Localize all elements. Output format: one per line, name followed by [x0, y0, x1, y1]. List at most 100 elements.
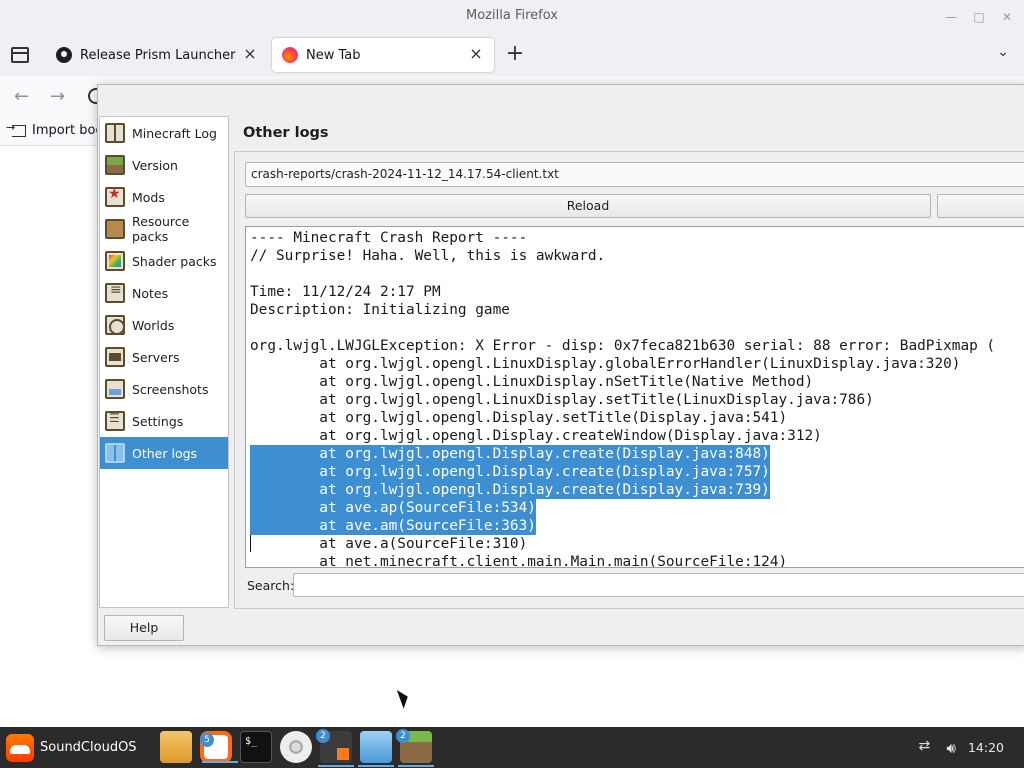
system-tray: 🔊︎ 14:20	[919, 727, 1024, 768]
log-line-text: Description: Initializing game	[250, 302, 510, 318]
instance-sidebar: Minecraft Log Version Mods Resource pack…	[99, 116, 229, 608]
log-line: at net.minecraft.client.main.Main.main(S…	[250, 553, 1024, 568]
volume-icon[interactable]: 🔊︎	[947, 739, 956, 757]
start-menu-button[interactable]: SoundCloudOS	[0, 727, 146, 768]
sidebar-item-shader-packs[interactable]: Shader packs	[100, 245, 228, 277]
maximize-icon[interactable]: □	[970, 8, 988, 26]
log-line-text: at org.lwjgl.opengl.LinuxDisplay.setTitl…	[250, 392, 874, 408]
help-button[interactable]: Help	[104, 615, 184, 641]
log-line: at org.lwjgl.opengl.LinuxDisplay.globalE…	[250, 355, 1024, 373]
sidebar-item-label: Servers	[132, 349, 180, 365]
chevron-down-icon[interactable]: ⌄	[993, 44, 1013, 64]
log-line: at org.lwjgl.opengl.Display.create(Displ…	[250, 463, 1024, 481]
log-line-text: at org.lwjgl.opengl.Display.create(Displ…	[250, 463, 770, 481]
log-line: Time: 11/12/24 2:17 PM	[250, 283, 1024, 301]
close-window-icon[interactable]: ✕	[998, 8, 1016, 26]
sidebar-item-notes[interactable]: Notes	[100, 277, 228, 309]
taskbar: SoundCloudOS 5 $_ 2 2 🔊︎ 14:20	[0, 727, 1024, 768]
resource-pack-icon	[105, 219, 125, 239]
tab-bar: Release Prism Launcher 9.0 × New Tab × +…	[0, 34, 1024, 76]
sidebar-item-mods[interactable]: Mods	[100, 181, 228, 213]
forward-icon[interactable]: →	[50, 86, 65, 107]
log-line-text: at ave.a(SourceFile:310)	[250, 536, 528, 552]
sidebar-item-screenshots[interactable]: Screenshots	[100, 373, 228, 405]
mods-star-icon	[105, 186, 125, 207]
new-tab-icon[interactable]: +	[505, 42, 525, 66]
sidebar-item-label: Other logs	[132, 445, 198, 461]
back-icon[interactable]: ←	[14, 86, 29, 107]
log-line: at org.lwjgl.opengl.Display.create(Displ…	[250, 445, 1024, 463]
badge-count: 2	[316, 729, 330, 743]
network-icon[interactable]	[919, 738, 937, 756]
log-file-select[interactable]: crash-reports/crash-2024-11-12_14.17.54-…	[245, 162, 1024, 187]
other-logs-panel: crash-reports/crash-2024-11-12_14.17.54-…	[234, 151, 1024, 609]
sidebar-item-other-logs[interactable]: Other logs	[100, 437, 228, 469]
log-line: at ave.am(SourceFile:363)	[250, 517, 1024, 535]
sidebar-item-resource-packs[interactable]: Resource packs	[100, 213, 228, 245]
secondary-button[interactable]	[937, 194, 1024, 218]
sidebar-item-label: Worlds	[132, 317, 175, 333]
github-icon	[56, 47, 72, 63]
page-title: Other logs	[243, 125, 329, 141]
prism-launcher-icon[interactable]: 2	[396, 729, 434, 767]
prism-launcher-window: Minecraft Log Version Mods Resource pack…	[97, 84, 1024, 646]
book-icon	[105, 123, 125, 143]
log-line-text: org.lwjgl.LWJGLException: X Error - disp…	[250, 338, 996, 354]
calculator-icon[interactable]: 2	[316, 729, 354, 767]
shader-pack-icon	[105, 251, 125, 271]
app-icon[interactable]: 5	[200, 731, 238, 763]
sidebar-item-worlds[interactable]: Worlds	[100, 309, 228, 341]
import-bookmarks-button[interactable]: Import boo	[6, 121, 104, 139]
reload-button[interactable]: Reload	[245, 194, 931, 218]
log-line: // Surprise! Haha. Well, this is awkward…	[250, 247, 1024, 265]
sidebar-item-servers[interactable]: Servers	[100, 341, 228, 373]
grass-block-icon	[105, 155, 125, 175]
worlds-icon	[105, 315, 125, 335]
log-line-text: at ave.ap(SourceFile:534)	[250, 499, 536, 517]
log-line: at org.lwjgl.opengl.LinuxDisplay.setTitl…	[250, 391, 1024, 409]
log-line-text: at org.lwjgl.opengl.LinuxDisplay.globalE…	[250, 356, 961, 372]
search-input[interactable]	[293, 573, 1024, 597]
sidebar-item-label: Resource packs	[132, 214, 190, 244]
badge-count: 5	[200, 733, 214, 747]
sidebar-item-label: Shader packs	[132, 253, 217, 269]
window-title: Mozilla Firefox	[466, 8, 558, 23]
sidebar-item-label: Settings	[132, 413, 184, 429]
close-tab-icon[interactable]: ×	[242, 46, 258, 62]
import-bookmarks-label: Import boo	[32, 123, 104, 138]
close-tab-icon[interactable]: ×	[468, 46, 484, 62]
log-line-text: Time: 11/12/24 2:17 PM	[250, 284, 441, 300]
book-icon	[105, 443, 125, 463]
sidebar-item-minecraft-log[interactable]: Minecraft Log	[100, 117, 228, 149]
sidebar-item-settings[interactable]: Settings	[100, 405, 228, 437]
log-line-text: at net.minecraft.client.main.Main.main(S…	[250, 554, 788, 568]
log-line-text: at ave.am(SourceFile:363)	[250, 517, 536, 535]
terminal-icon[interactable]: $_	[240, 731, 272, 763]
log-line: at org.lwjgl.opengl.Display.create(Displ…	[250, 481, 1024, 499]
disc-icon[interactable]	[280, 731, 312, 763]
import-icon	[6, 121, 26, 137]
tab-new-tab[interactable]: New Tab ×	[272, 38, 494, 72]
sidebar-item-label: Mods	[132, 189, 165, 205]
clock[interactable]: 14:20	[968, 740, 1004, 755]
sidebar-item-version[interactable]: Version	[100, 149, 228, 181]
minimize-icon[interactable]: —	[942, 8, 960, 26]
screenshots-icon	[105, 379, 125, 399]
tab-label: Release Prism Launcher 9.0	[80, 47, 240, 63]
log-text-view[interactable]: ---- Minecraft Crash Report ---- // Surpr…	[245, 226, 1024, 568]
log-line: at org.lwjgl.opengl.LinuxDisplay.nSetTit…	[250, 373, 1024, 391]
sidebar-item-label: Version	[132, 157, 178, 173]
disks-icon[interactable]	[358, 731, 394, 767]
sidebar-item-label: Notes	[132, 285, 169, 301]
start-label: SoundCloudOS	[40, 740, 137, 755]
tab-list-icon[interactable]	[8, 42, 32, 66]
files-app-icon[interactable]	[160, 731, 192, 763]
log-line-text: at org.lwjgl.opengl.Display.create(Displ…	[250, 481, 770, 499]
notes-icon	[105, 282, 125, 303]
soundcloud-icon	[6, 733, 34, 762]
tab-release-prism[interactable]: Release Prism Launcher 9.0 ×	[46, 38, 268, 72]
log-line-text: ---- Minecraft Crash Report ----	[250, 230, 528, 246]
log-line: at ave.ap(SourceFile:534)	[250, 499, 1024, 517]
